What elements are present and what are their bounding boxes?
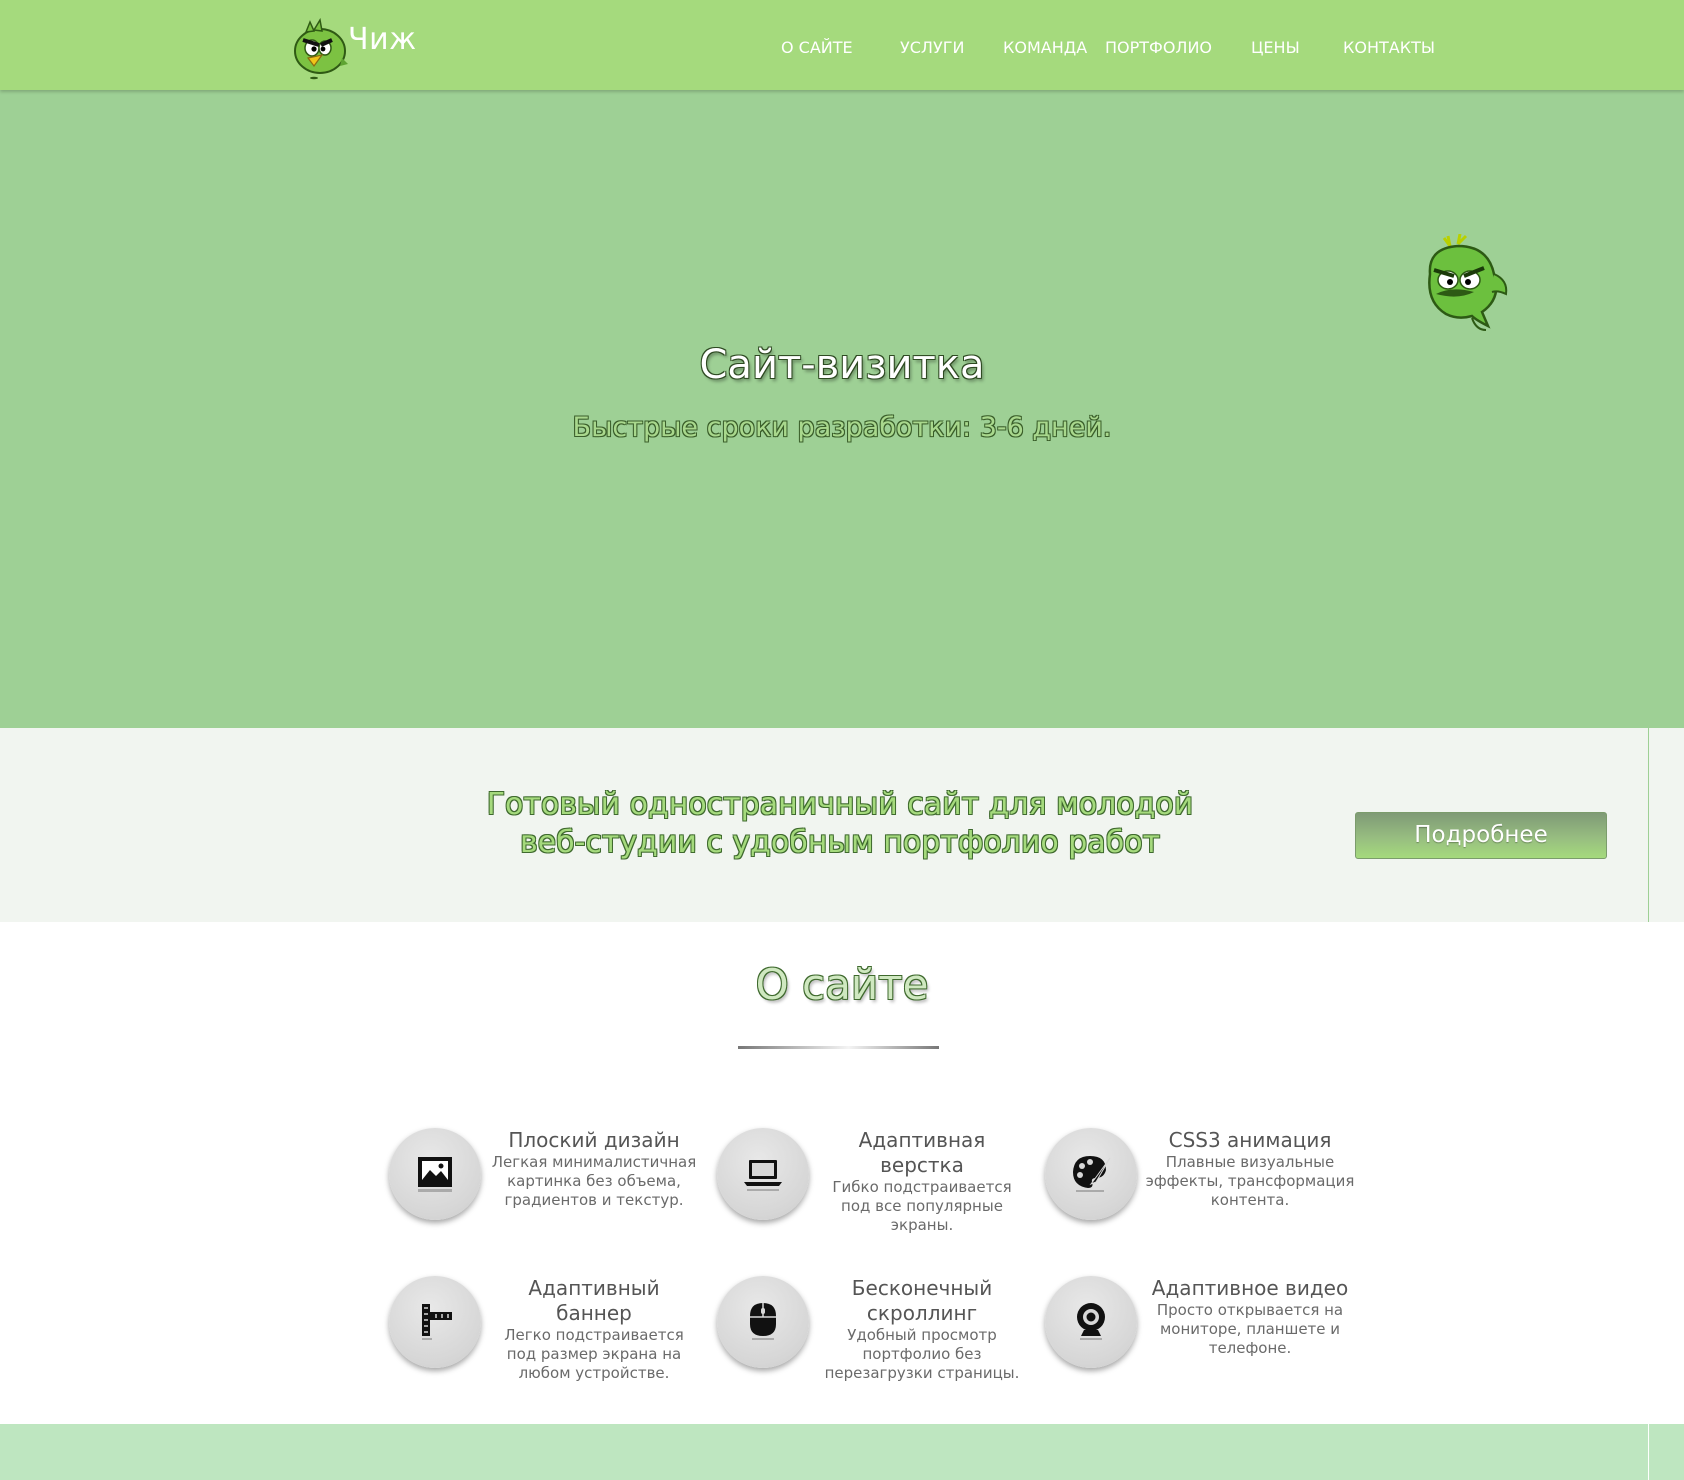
mouse-icon xyxy=(750,1303,776,1340)
nav-portfolio[interactable]: ПОРТФОЛИО xyxy=(1105,38,1212,57)
feature-title: Адаптивное видео xyxy=(1151,1276,1349,1300)
feature-desc: Плавные визуальные эффекты, трансформаци… xyxy=(1145,1153,1355,1209)
ruler-icon xyxy=(422,1304,452,1340)
webcam-icon xyxy=(1077,1303,1105,1340)
promo-section: Готовый одностраничный сайт для молодой … xyxy=(0,728,1684,922)
promo-text: Готовый одностраничный сайт для молодой … xyxy=(440,786,1240,862)
feature-desc: Легко подстраивается под размер экрана н… xyxy=(504,1326,684,1382)
nav-services[interactable]: УСЛУГИ xyxy=(900,38,964,57)
details-button[interactable]: Подробнее xyxy=(1355,812,1607,859)
next-section-band xyxy=(0,1424,1684,1480)
feature-desc: Легкая минималистичная картинка без объе… xyxy=(491,1153,697,1209)
feature-css3-animation: CSS3 анимация Плавные визуальные эффекты… xyxy=(1045,1128,1365,1268)
feature-title: Бесконечный скроллинг xyxy=(851,1276,993,1325)
feature-responsive-video: Адаптивное видео Просто открывается на м… xyxy=(1045,1276,1365,1416)
main-nav: О САЙТЕ УСЛУГИ КОМАНДА ПОРТФОЛИО ЦЕНЫ КО… xyxy=(0,38,1684,62)
feature-desc: Удобный просмотр портфолио без перезагру… xyxy=(824,1326,1020,1382)
promo-line-1: Готовый одностраничный сайт для молодой xyxy=(486,787,1194,822)
feature-icon-button[interactable] xyxy=(717,1276,809,1368)
laptop-icon xyxy=(744,1160,782,1191)
feature-title: CSS3 анимация xyxy=(1168,1128,1332,1152)
feature-infinite-scroll: Бесконечный скроллинг Удобный просмотр п… xyxy=(717,1276,1037,1416)
divider-line xyxy=(1648,728,1649,922)
nav-contacts[interactable]: КОНТАКТЫ xyxy=(1343,38,1435,57)
feature-desc: Просто открывается на мониторе, планшете… xyxy=(1156,1301,1344,1357)
feature-responsive-banner: Адаптивный баннер Легко подстраивается п… xyxy=(389,1276,709,1416)
about-title: О сайте xyxy=(755,960,929,1009)
feature-title: Адаптивный баннер xyxy=(528,1276,660,1325)
palette-icon xyxy=(1073,1156,1111,1192)
promo-line-2: веб-студии с удобным портфолио работ xyxy=(519,825,1161,860)
nav-team[interactable]: КОМАНДА xyxy=(1003,38,1087,57)
hero-title: Сайт-визитка xyxy=(699,342,985,388)
image-icon xyxy=(418,1157,452,1192)
feature-icon-button[interactable] xyxy=(389,1276,481,1368)
feature-title: Адаптивная верстка xyxy=(858,1128,986,1177)
hero-banner: Сайт-визитка Быстрые сроки разработки: 3… xyxy=(0,90,1684,728)
feature-title: Плоский дизайн xyxy=(508,1128,680,1152)
feature-responsive-layout: Адаптивная верстка Гибко подстраивается … xyxy=(717,1128,1037,1268)
nav-about[interactable]: О САЙТЕ xyxy=(781,38,853,57)
feature-icon-button[interactable] xyxy=(389,1128,481,1220)
site-header: Чиж О САЙТЕ УСЛУГИ КОМАНДА ПОРТФОЛИО ЦЕН… xyxy=(0,0,1684,90)
about-underline xyxy=(738,1046,939,1049)
bird-mascot-icon xyxy=(1428,234,1508,331)
feature-desc: Гибко подстраивается под все популярные … xyxy=(832,1178,1012,1234)
feature-flat-design: Плоский дизайн Легкая минималистичная ка… xyxy=(389,1128,709,1268)
hero-subtitle: Быстрые сроки разработки: 3-6 дней. xyxy=(572,412,1112,443)
feature-icon-button[interactable] xyxy=(1045,1128,1137,1220)
divider-line xyxy=(1648,1424,1649,1480)
feature-icon-button[interactable] xyxy=(1045,1276,1137,1368)
feature-icon-button[interactable] xyxy=(717,1128,809,1220)
nav-prices[interactable]: ЦЕНЫ xyxy=(1251,38,1300,57)
